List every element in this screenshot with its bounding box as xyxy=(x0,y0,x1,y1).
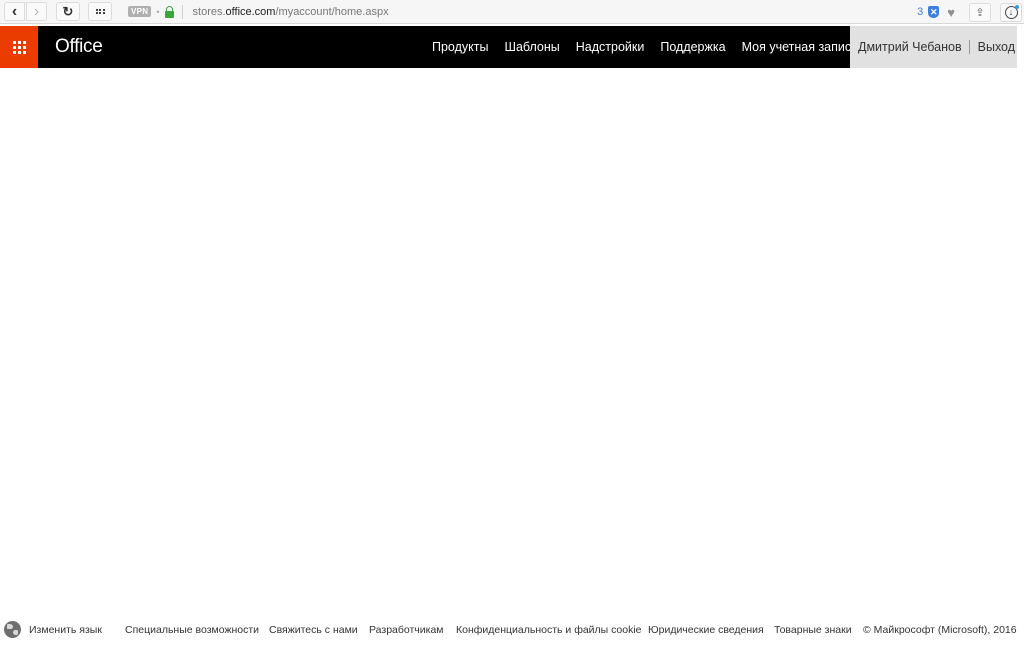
nav-my-account[interactable]: Моя учетная запись xyxy=(734,40,866,54)
user-name[interactable]: Дмитрий Чебанов xyxy=(850,40,962,54)
main-nav: Продукты Шаблоны Надстройки Поддержка Мо… xyxy=(424,26,866,68)
main-content xyxy=(0,68,1024,618)
address-bar[interactable]: VPN • stores.office.com/myaccount/home.a… xyxy=(120,2,900,21)
lock-icon[interactable] xyxy=(164,5,174,18)
waffle-icon xyxy=(12,40,26,54)
app-launcher-button[interactable] xyxy=(0,26,38,68)
office-logo[interactable]: Office xyxy=(55,26,103,68)
browser-toolbar: ‹ › ↻ VPN • stores.office.com/myaccount/… xyxy=(0,0,1024,24)
chevron-right-icon: › xyxy=(33,2,40,20)
forward-button[interactable]: › xyxy=(26,2,47,21)
office-header: Office Продукты Шаблоны Надстройки Подде… xyxy=(0,26,1024,68)
url-text[interactable]: stores.office.com/myaccount/home.aspx xyxy=(193,6,389,18)
reload-icon: ↻ xyxy=(62,3,74,19)
reload-button[interactable]: ↻ xyxy=(56,2,80,21)
footer-link-legal[interactable]: Юридические сведения xyxy=(648,624,764,636)
footer-link-trademarks[interactable]: Товарные знаки xyxy=(774,624,852,636)
footer: Изменить язык Специальные возможности Св… xyxy=(0,620,1024,640)
chevron-left-icon: ‹ xyxy=(11,2,18,20)
sign-out-link[interactable]: Выход xyxy=(978,40,1015,54)
footer-link-contact[interactable]: Свяжитесь с нами xyxy=(269,624,358,636)
back-button[interactable]: ‹ xyxy=(4,2,25,21)
heart-icon[interactable]: ♥ xyxy=(947,5,955,20)
nav-products[interactable]: Продукты xyxy=(424,40,496,54)
separator-dot: • xyxy=(156,6,160,17)
globe-icon[interactable] xyxy=(4,621,21,638)
toolbar-right: 3 ✕ ♥ ⇪ ↓ xyxy=(917,0,1024,24)
copyright: © Майкрософт (Microsoft), 2016 xyxy=(863,624,1017,636)
footer-link-accessibility[interactable]: Специальные возможности xyxy=(125,624,259,636)
download-button[interactable]: ↓ xyxy=(1000,2,1022,22)
nav-templates[interactable]: Шаблоны xyxy=(496,40,567,54)
share-button[interactable]: ⇪ xyxy=(969,2,991,22)
shield-icon[interactable]: ✕ xyxy=(928,6,940,18)
grid-icon xyxy=(95,8,105,15)
vpn-badge[interactable]: VPN xyxy=(128,6,152,17)
nav-support[interactable]: Поддержка xyxy=(652,40,733,54)
footer-link-privacy[interactable]: Конфиденциальность и файлы cookie xyxy=(456,624,642,636)
user-area: Дмитрий Чебанов Выход xyxy=(850,26,1017,68)
divider xyxy=(181,4,183,19)
apps-button[interactable] xyxy=(88,2,112,21)
change-language-link[interactable]: Изменить язык xyxy=(29,624,102,636)
divider xyxy=(968,40,970,54)
notification-dot xyxy=(1015,4,1019,9)
footer-link-developers[interactable]: Разработчикам xyxy=(369,624,444,636)
nav-addins[interactable]: Надстройки xyxy=(568,40,653,54)
share-icon: ⇪ xyxy=(975,6,985,19)
header-gap xyxy=(1017,26,1024,68)
tracker-count: 3 xyxy=(917,6,924,18)
